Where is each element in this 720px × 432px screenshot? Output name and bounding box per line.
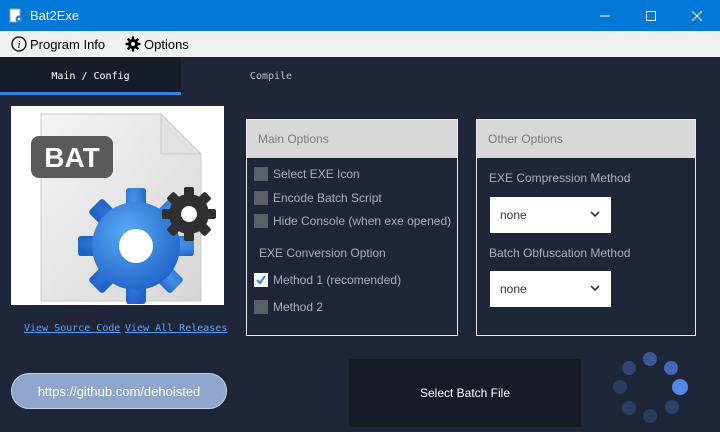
minimize-button[interactable]	[582, 0, 628, 31]
bat-file-image: BAT	[11, 106, 224, 305]
maximize-icon	[646, 10, 656, 21]
github-url-button[interactable]: https://github.com/dehoisted	[11, 373, 227, 409]
main-options-header: Main Options	[247, 120, 457, 158]
tab-main-config[interactable]: Main / Config	[0, 57, 181, 95]
compression-label: EXE Compression Method	[489, 171, 631, 185]
option-label: Select EXE Icon	[273, 167, 360, 181]
bat-badge-label: BAT	[44, 142, 99, 173]
option-label: Encode Batch Script	[273, 191, 382, 205]
method-2-option[interactable]: Method 2	[254, 300, 323, 314]
close-icon	[692, 10, 702, 21]
obfuscation-label: Batch Obfuscation Method	[489, 246, 631, 260]
select-batch-file-button[interactable]: Select Batch File	[349, 359, 581, 427]
option-label: Method 2	[273, 300, 324, 314]
other-options-panel: Other Options EXE Compression Method non…	[476, 119, 696, 336]
option-label: Method 1 (recomended)	[273, 273, 402, 287]
main-options-panel: Main Options Select EXE Icon Encode Batc…	[246, 119, 458, 336]
option-label: Hide Console (when exe opened)	[273, 214, 452, 228]
check-icon	[256, 275, 266, 285]
tab-compile[interactable]: Compile	[181, 57, 361, 95]
checkbox[interactable]	[254, 191, 268, 205]
checkbox[interactable]	[254, 167, 268, 181]
menu-program-info[interactable]: i Program Info	[11, 35, 105, 53]
checkbox[interactable]	[254, 214, 268, 228]
bat-badge: BAT	[31, 136, 113, 178]
active-tab-indicator	[0, 92, 181, 95]
menu-options-label: Options	[144, 36, 189, 52]
menu-options[interactable]: Options	[125, 35, 189, 53]
chevron-down-icon	[590, 285, 600, 292]
other-options-header: Other Options	[477, 120, 695, 158]
menu-program-info-label: Program Info	[30, 36, 106, 52]
view-source-link[interactable]: View Source Code	[24, 323, 120, 334]
gear-icon	[125, 36, 141, 52]
svg-text:i: i	[18, 40, 21, 51]
compression-value: none	[500, 208, 527, 222]
window-title: Bat2Exe	[30, 8, 80, 23]
loading-spinner-icon	[613, 352, 688, 423]
dark-gear-icon	[162, 187, 216, 241]
obfuscation-value: none	[500, 282, 527, 296]
tab-bar: Main / Config Compile	[0, 57, 720, 95]
method-1-option[interactable]: Method 1 (recomended)	[254, 273, 401, 287]
checkbox-checked[interactable]	[254, 273, 268, 287]
encode-batch-option[interactable]: Encode Batch Script	[254, 191, 382, 205]
select-exe-icon-option[interactable]: Select EXE Icon	[254, 167, 360, 181]
minimize-icon	[600, 15, 610, 16]
hide-console-option[interactable]: Hide Console (when exe opened)	[254, 214, 451, 228]
checkbox[interactable]	[254, 300, 268, 314]
compression-select[interactable]: none	[490, 197, 611, 233]
menu-bar: i Program Info Options	[0, 31, 720, 57]
close-button[interactable]	[674, 0, 720, 31]
chevron-down-icon	[590, 211, 600, 218]
view-releases-link[interactable]: View All Releases	[125, 323, 227, 334]
title-bar: Bat2Exe	[0, 0, 720, 31]
bat-file-illustration: BAT	[31, 112, 216, 304]
maximize-button[interactable]	[628, 0, 674, 31]
app-icon	[9, 8, 23, 23]
info-icon: i	[11, 36, 27, 52]
obfuscation-select[interactable]: none	[490, 271, 611, 307]
conversion-header: EXE Conversion Option	[259, 246, 386, 260]
